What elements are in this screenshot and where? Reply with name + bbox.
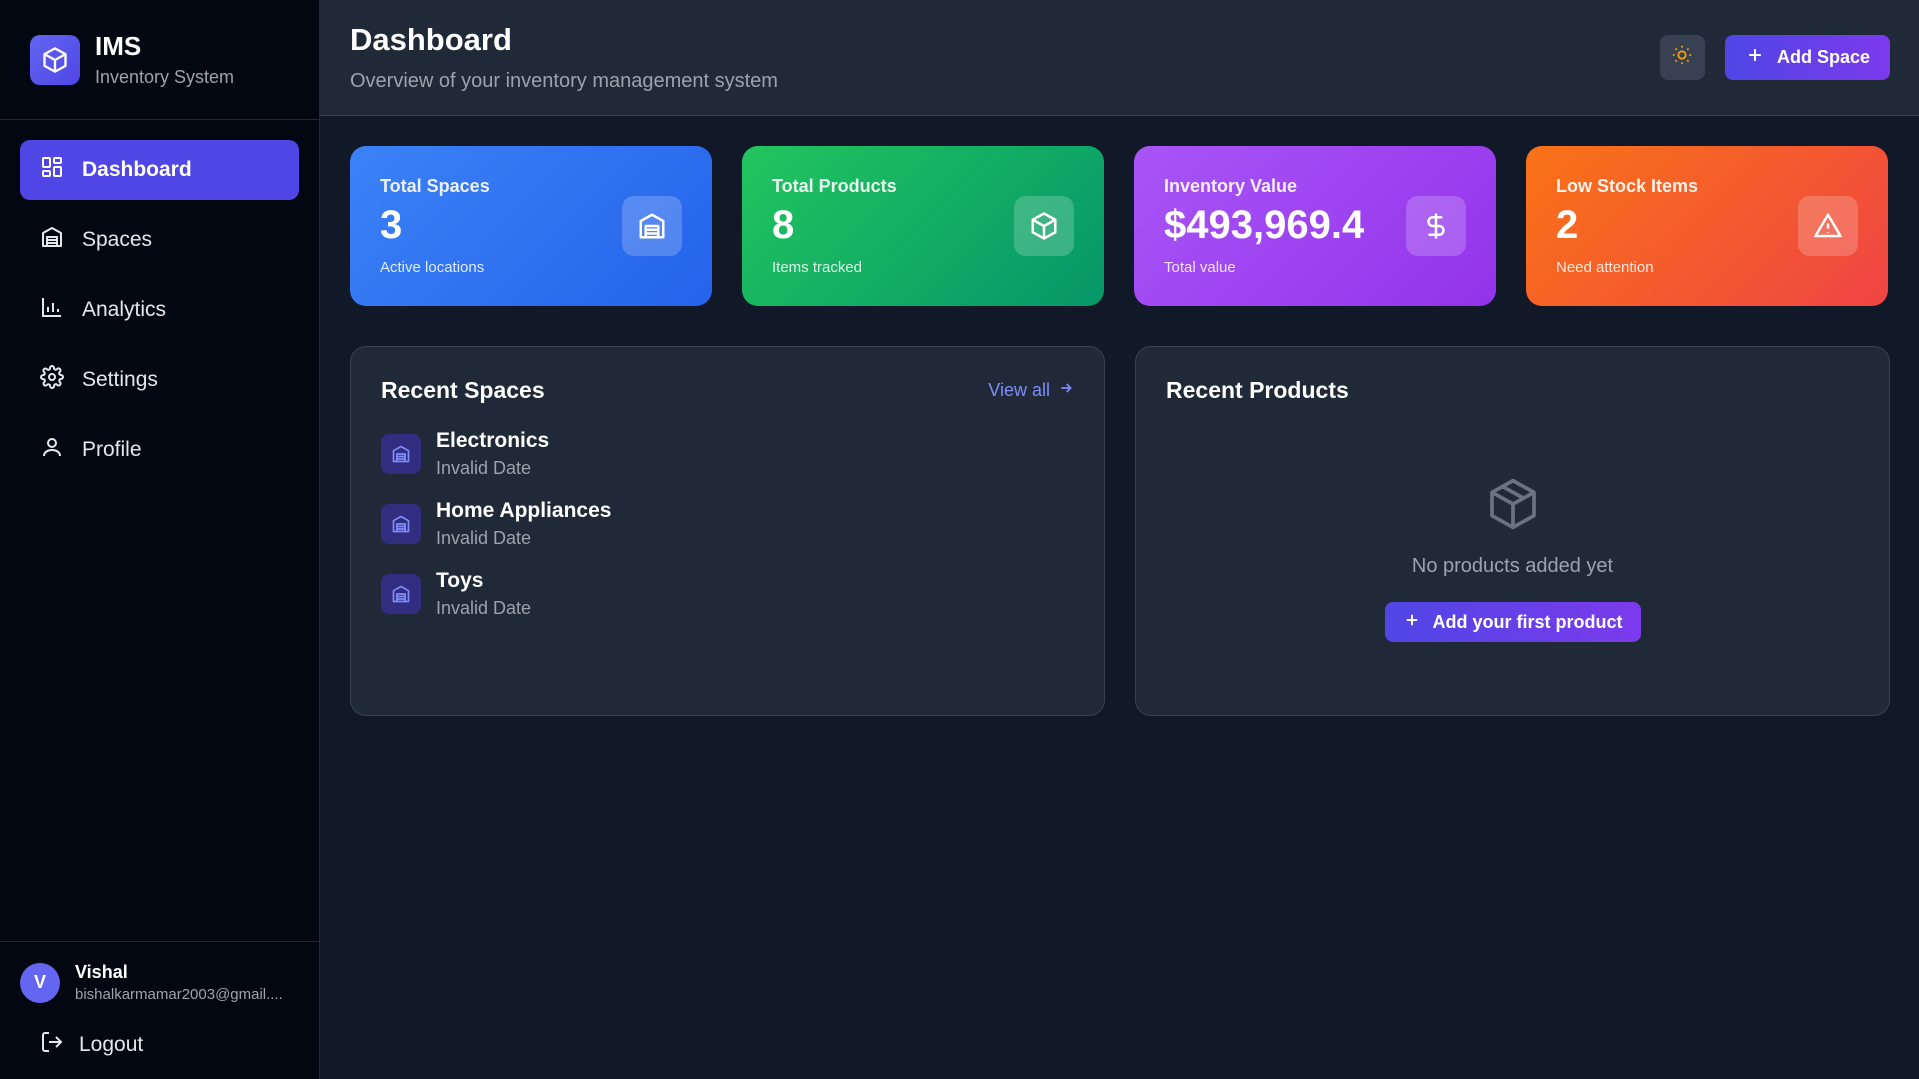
- header-actions: Add Space: [1659, 35, 1890, 80]
- sidebar-nav: Dashboard Spaces Analytics Settings Prof…: [0, 120, 319, 941]
- page-header: Dashboard Overview of your inventory man…: [320, 0, 1919, 116]
- brand-title: IMS: [95, 31, 142, 62]
- user-icon: [40, 435, 64, 465]
- plus-icon: [1403, 611, 1421, 634]
- stat-label: Low Stock Items: [1556, 176, 1699, 196]
- box-icon: [1485, 476, 1541, 537]
- box-logo-icon: [30, 34, 80, 85]
- stat-card-total-spaces: Total Spaces 3 Active locations: [350, 146, 712, 306]
- empty-state-text: No products added yet: [1411, 555, 1614, 577]
- sidebar-item-label: Settings: [82, 368, 158, 391]
- stat-card-total-products: Total Products 8 Items tracked: [742, 146, 1104, 306]
- arrow-right-icon: [1058, 380, 1074, 401]
- space-date: Invalid Date: [436, 528, 532, 548]
- theme-toggle-button[interactable]: [1659, 35, 1705, 80]
- recent-spaces-panel: Recent Spaces View all Electronics Inval…: [350, 346, 1105, 716]
- sidebar-item-label: Analytics: [82, 298, 167, 321]
- sidebar-item-spaces[interactable]: Spaces: [20, 210, 299, 270]
- space-date: Invalid Date: [436, 458, 532, 478]
- plus-icon: [1745, 45, 1765, 70]
- sidebar-item-label: Dashboard: [82, 158, 192, 181]
- brand: IMS Inventory System: [0, 0, 319, 120]
- dashboard-body: Total Spaces 3 Active locations Total Pr…: [320, 116, 1919, 746]
- logout-button[interactable]: Logout: [20, 1025, 299, 1065]
- view-all-link[interactable]: View all: [988, 380, 1074, 401]
- panel-title: Recent Spaces: [381, 377, 545, 403]
- bar-chart-icon: [40, 295, 64, 325]
- stat-label: Inventory Value: [1164, 176, 1298, 196]
- list-item[interactable]: Toys Invalid Date: [381, 569, 1074, 619]
- dashboard-icon: [40, 155, 64, 185]
- stat-label: Total Products: [772, 176, 897, 196]
- stats-row: Total Spaces 3 Active locations Total Pr…: [350, 146, 1890, 306]
- gear-icon: [40, 365, 64, 395]
- avatar: V: [20, 962, 60, 1003]
- recent-products-panel: Recent Products No products added yet Ad…: [1135, 346, 1890, 716]
- stat-value: 3: [380, 203, 403, 247]
- space-name: Electronics: [436, 429, 550, 452]
- add-first-product-button[interactable]: Add your first product: [1384, 602, 1641, 642]
- warning-icon: [1798, 196, 1858, 256]
- warehouse-icon: [40, 225, 64, 255]
- panel-title: Recent Products: [1166, 377, 1349, 403]
- page-title: Dashboard: [350, 22, 512, 57]
- warehouse-icon: [381, 434, 421, 474]
- stat-value: 2: [1556, 203, 1579, 247]
- add-first-product-label: Add your first product: [1432, 611, 1623, 632]
- warehouse-icon: [381, 574, 421, 614]
- sidebar-item-dashboard[interactable]: Dashboard: [20, 140, 299, 200]
- sidebar-item-label: Profile: [82, 438, 142, 461]
- space-name: Toys: [436, 569, 484, 592]
- stat-label: Total Spaces: [380, 176, 490, 196]
- main-content: Dashboard Overview of your inventory man…: [320, 0, 1919, 1079]
- user-info[interactable]: V Vishal bishalkarmamar2003@gmail....: [20, 962, 299, 1003]
- add-space-label: Add Space: [1776, 47, 1870, 67]
- empty-state: No products added yet Add your first pro…: [1166, 476, 1859, 642]
- page-subtitle: Overview of your inventory management sy…: [350, 70, 778, 92]
- sidebar-item-settings[interactable]: Settings: [20, 350, 299, 410]
- logout-icon: [40, 1030, 64, 1060]
- stat-card-inventory-value: Inventory Value $493,969.4 Total value: [1134, 146, 1496, 306]
- logout-label: Logout: [79, 1033, 144, 1056]
- stat-value: 8: [772, 203, 795, 247]
- sidebar: IMS Inventory System Dashboard Spaces An…: [0, 0, 320, 1079]
- sidebar-item-profile[interactable]: Profile: [20, 420, 299, 480]
- view-all-label: View all: [988, 380, 1050, 400]
- user-area: V Vishal bishalkarmamar2003@gmail.... Lo…: [0, 941, 319, 1079]
- stat-note: Need attention: [1556, 259, 1654, 276]
- stat-note: Active locations: [380, 259, 485, 276]
- box-icon: [1014, 196, 1074, 256]
- stat-note: Total value: [1164, 259, 1236, 276]
- dollar-icon: [1406, 196, 1466, 256]
- space-name: Home Appliances: [436, 499, 612, 522]
- app: IMS Inventory System Dashboard Spaces An…: [0, 0, 1919, 1079]
- space-date: Invalid Date: [436, 598, 532, 618]
- warehouse-icon: [381, 504, 421, 544]
- user-email: bishalkarmamar2003@gmail....: [75, 986, 283, 1003]
- space-list: Electronics Invalid Date Home Appliances…: [381, 429, 1074, 619]
- stat-note: Items tracked: [772, 259, 863, 276]
- sidebar-item-analytics[interactable]: Analytics: [20, 280, 299, 340]
- list-item[interactable]: Electronics Invalid Date: [381, 429, 1074, 479]
- sidebar-item-label: Spaces: [82, 228, 153, 251]
- stat-card-low-stock: Low Stock Items 2 Need attention: [1526, 146, 1888, 306]
- sun-icon: [1671, 44, 1693, 71]
- brand-subtitle: Inventory System: [95, 66, 235, 87]
- stat-value: $493,969.4: [1164, 203, 1365, 247]
- warehouse-icon: [622, 196, 682, 256]
- list-item[interactable]: Home Appliances Invalid Date: [381, 499, 1074, 549]
- user-name: Vishal: [75, 962, 128, 982]
- add-space-button[interactable]: Add Space: [1724, 35, 1890, 80]
- panels-row: Recent Spaces View all Electronics Inval…: [350, 346, 1890, 716]
